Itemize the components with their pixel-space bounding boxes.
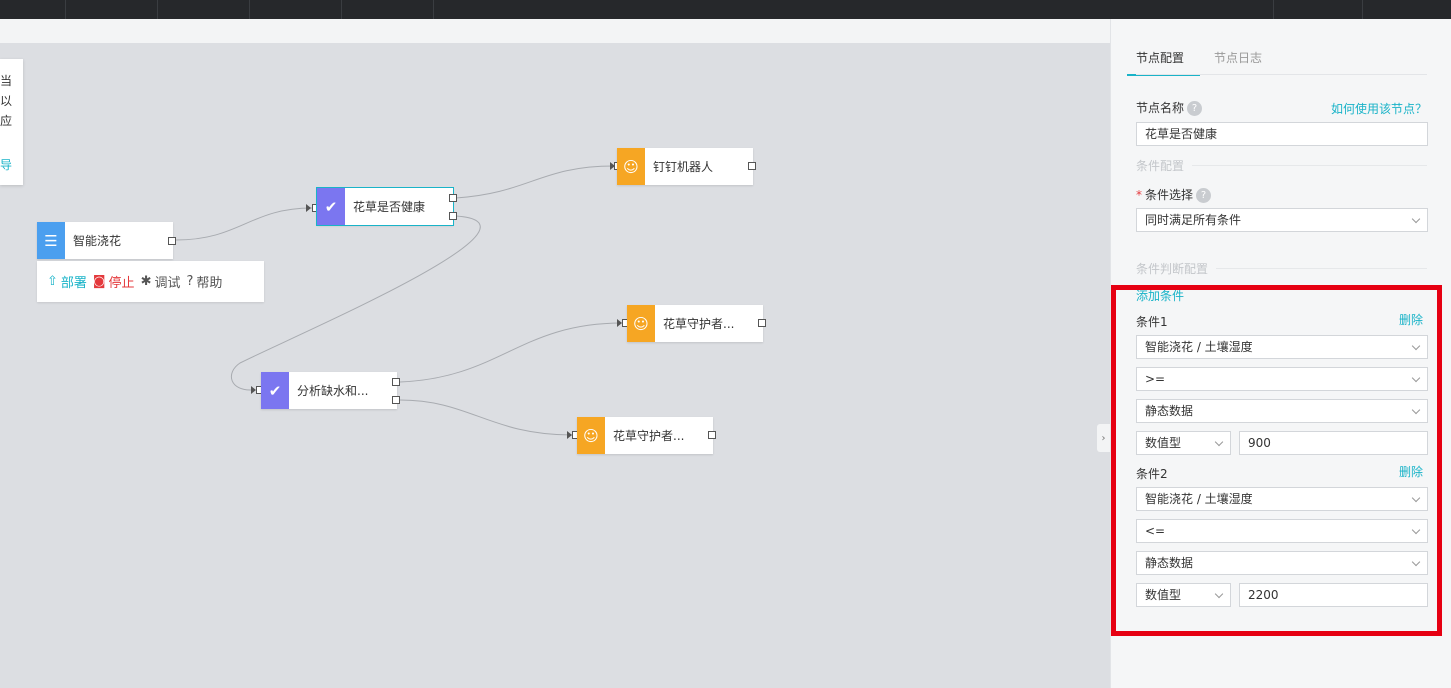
node-label: 花草守护者... [663,317,735,331]
how-to-use-link[interactable]: 如何使用该节点？ [1331,100,1427,117]
top-bar-divider [433,0,434,19]
top-bar-divider [341,0,342,19]
cloud-upload-icon: ⇧ [47,274,58,289]
flow-canvas[interactable]: 当 以 应 导 ☰ 智能浇花 ⇧ 部署 ◙ 停止 ✱ 调试 ? 帮助 ✔ 花草是… [0,43,1110,688]
output-port-false[interactable] [449,212,457,220]
output-port-true[interactable] [392,378,400,386]
node-smart-watering[interactable]: ☰ 智能浇花 [37,222,173,259]
stop-button[interactable]: ◙ 停止 [93,272,135,291]
top-bar-divider [1273,0,1274,19]
tip-card: 当 以 应 导 [0,59,23,185]
required-mark: * [1136,188,1142,202]
debug-label: 调试 [154,276,181,291]
section-divider [1192,165,1427,166]
question-circle-icon: ? [186,274,194,289]
section-divider [1216,268,1427,269]
collapse-panel-handle[interactable]: › [1097,424,1110,452]
output-port-false[interactable] [392,396,400,404]
help-button[interactable]: ? 帮助 [186,272,222,291]
stop-icon: ◙ [92,274,106,289]
node-action-toolbar: ⇧ 部署 ◙ 停止 ✱ 调试 ? 帮助 [37,261,264,302]
node-name-label: 节点名称 [1136,101,1185,115]
tip-card-link[interactable]: 导 [0,156,12,173]
section-title: 条件配置 [1136,159,1185,173]
node-guardian-2[interactable]: ☺ 花草守护者... [577,417,713,454]
deploy-label: 部署 [60,276,87,291]
input-arrow-icon [306,204,311,212]
node-label: 钉钉机器人 [653,160,714,174]
node-flower-health[interactable]: ✔ 花草是否健康 [316,187,454,226]
tab-divider [1136,74,1427,75]
edge-health-to-analyze [230,215,481,391]
tab-node-log[interactable]: 节点日志 [1214,47,1262,76]
edge-analyze-to-guardian2 [399,399,573,436]
node-name-label-row: 节点名称? [1136,99,1203,116]
edge-health-to-dingtalk [455,165,615,199]
deploy-button[interactable]: ⇧ 部署 [47,272,87,291]
output-port[interactable] [748,162,756,170]
top-bar-divider [157,0,158,19]
node-label: 花草守护者... [613,429,685,443]
chevron-right-icon: › [1101,432,1106,444]
section-title: 条件判断配置 [1136,262,1209,276]
condition-config-section: 条件配置 [1136,157,1427,174]
help-label: 帮助 [196,276,223,291]
node-label: 花草是否健康 [353,200,426,214]
top-bar [0,0,1451,19]
edge-watering-to-health [175,207,313,241]
robot-icon: ☺ [577,417,605,454]
help-icon[interactable]: ? [1196,188,1212,203]
output-port[interactable] [708,431,716,439]
highlight-box [1111,285,1442,636]
top-bar-divider [1362,0,1363,19]
top-bar-divider [249,0,250,19]
condition-select-label: 条件选择 [1145,188,1194,202]
check-icon: ✔ [317,188,345,225]
tip-card-line: 当 [0,74,13,88]
stop-label: 停止 [108,276,135,291]
output-port[interactable] [168,237,176,245]
edge-analyze-to-guardian1 [399,322,623,383]
node-name-input[interactable]: 花草是否健康 [1136,122,1428,146]
output-port-true[interactable] [449,194,457,202]
robot-icon: ☺ [627,305,655,342]
debug-button[interactable]: ✱ 调试 [141,272,181,291]
node-analyze[interactable]: ✔ 分析缺水和... [261,372,397,409]
condition-judge-section: 条件判断配置 [1136,260,1427,277]
condition-select-dropdown[interactable]: 同时满足所有条件 [1136,208,1428,232]
tip-card-line: 应 [0,114,13,128]
tip-card-line: 以 [0,94,13,108]
output-port[interactable] [758,319,766,327]
check-icon: ✔ [261,372,289,409]
condition-select-label-row: * 条件选择? [1136,186,1212,203]
flow-edges [175,165,623,436]
bug-icon: ✱ [140,274,152,289]
robot-icon: ☺ [617,148,645,185]
canvas-toolbar-strip [0,19,1110,43]
node-dingtalk-bot[interactable]: ☺ 钉钉机器人 [617,148,753,185]
tab-node-config[interactable]: 节点配置 [1126,47,1201,76]
help-icon[interactable]: ? [1187,101,1203,116]
node-label: 智能浇花 [73,234,122,248]
top-bar-divider [65,0,66,19]
panel-tabs: 节点配置 节点日志 [1126,47,1292,76]
list-icon: ☰ [37,222,65,259]
node-label: 分析缺水和... [297,384,369,398]
node-guardian-1[interactable]: ☺ 花草守护者... [627,305,763,342]
